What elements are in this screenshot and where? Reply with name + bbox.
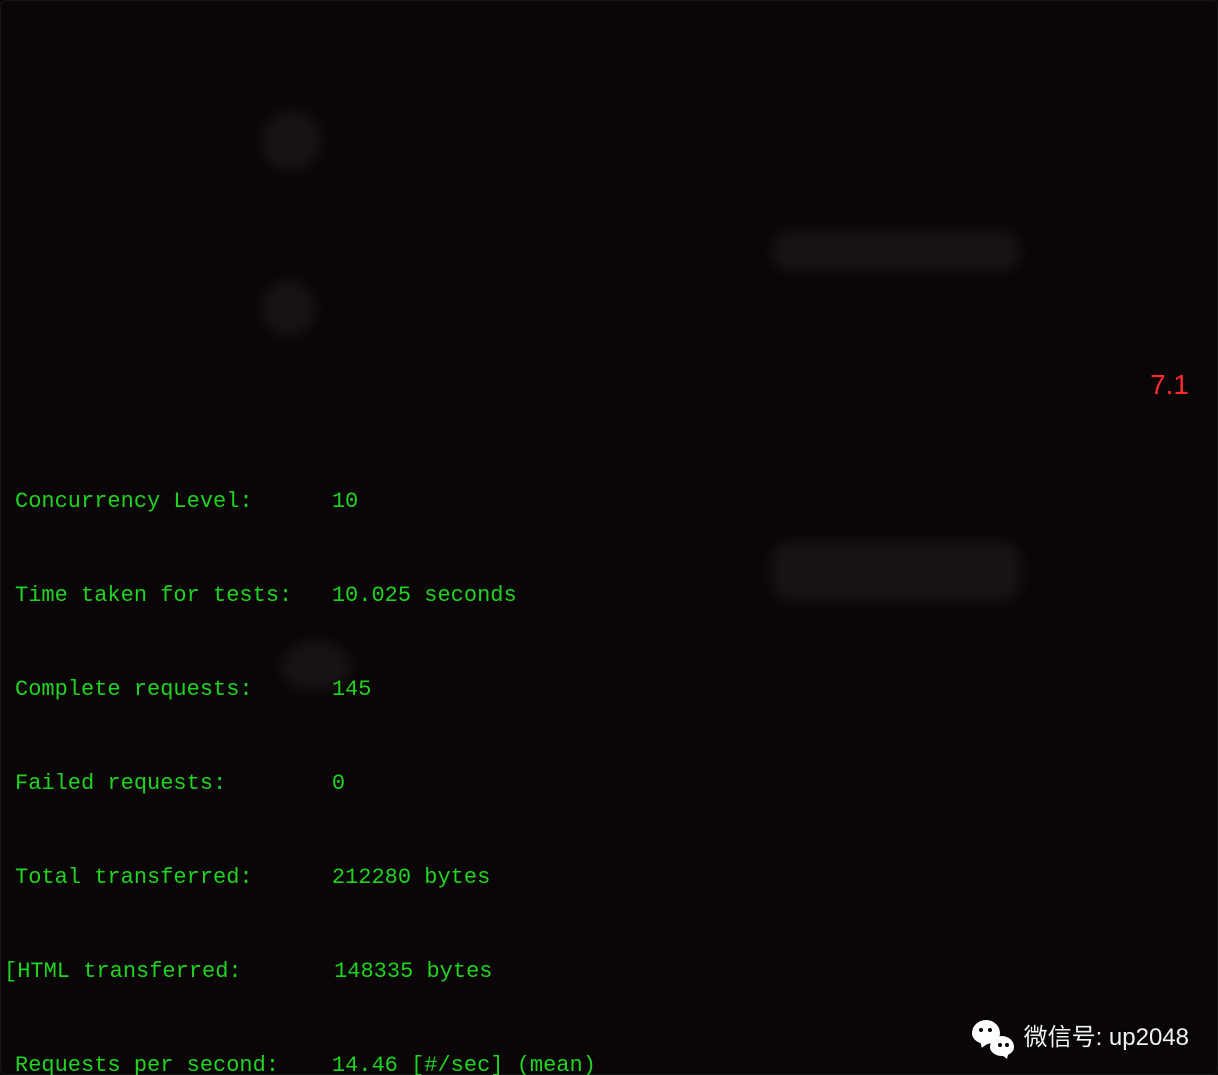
stat-label: Concurrency Level: <box>15 486 332 517</box>
stat-value: 145 <box>332 674 372 705</box>
bg-blob <box>261 111 321 171</box>
bg-blob <box>261 281 316 336</box>
stat-row-complete-requests: Complete requests: 145 <box>1 674 1217 705</box>
watermark-label: 微信号: up2048 <box>1024 1022 1189 1053</box>
stat-label: Time taken for tests: <box>15 580 332 611</box>
stat-label: Requests per second: <box>15 1050 332 1075</box>
stat-value: 10.025 seconds <box>332 580 517 611</box>
stat-label: Failed requests: <box>15 768 332 799</box>
wechat-icon <box>972 1020 1014 1056</box>
terminal-output: 7.1 Concurrency Level: 10 Time taken for… <box>0 0 1218 1075</box>
stat-label: Complete requests: <box>15 674 332 705</box>
stat-row-total-transferred: Total transferred: 212280 bytes <box>1 862 1217 893</box>
stat-row-time-taken: Time taken for tests: 10.025 seconds <box>1 580 1217 611</box>
stat-value: 212280 bytes <box>332 862 490 893</box>
stat-label: [HTML transferred: <box>4 956 334 987</box>
stat-row-html-transferred: [HTML transferred: 148335 bytes <box>1 956 1217 987</box>
stat-value: 10 <box>332 486 358 517</box>
stat-value: 0 <box>332 768 345 799</box>
ab-result-block-7-1: 7.1 Concurrency Level: 10 Time taken for… <box>1 355 1217 1075</box>
stat-value: 14.46 [#/sec] (mean) <box>332 1050 596 1075</box>
stat-label: Total transferred: <box>15 862 332 893</box>
watermark: 微信号: up2048 <box>972 1020 1189 1056</box>
stat-row-concurrency: Concurrency Level: 10 <box>1 486 1217 517</box>
stat-row-failed-requests: Failed requests: 0 <box>1 768 1217 799</box>
bg-blob <box>771 231 1021 271</box>
stat-value: 148335 bytes <box>334 956 492 987</box>
version-tag: 7.1 <box>1150 369 1189 400</box>
